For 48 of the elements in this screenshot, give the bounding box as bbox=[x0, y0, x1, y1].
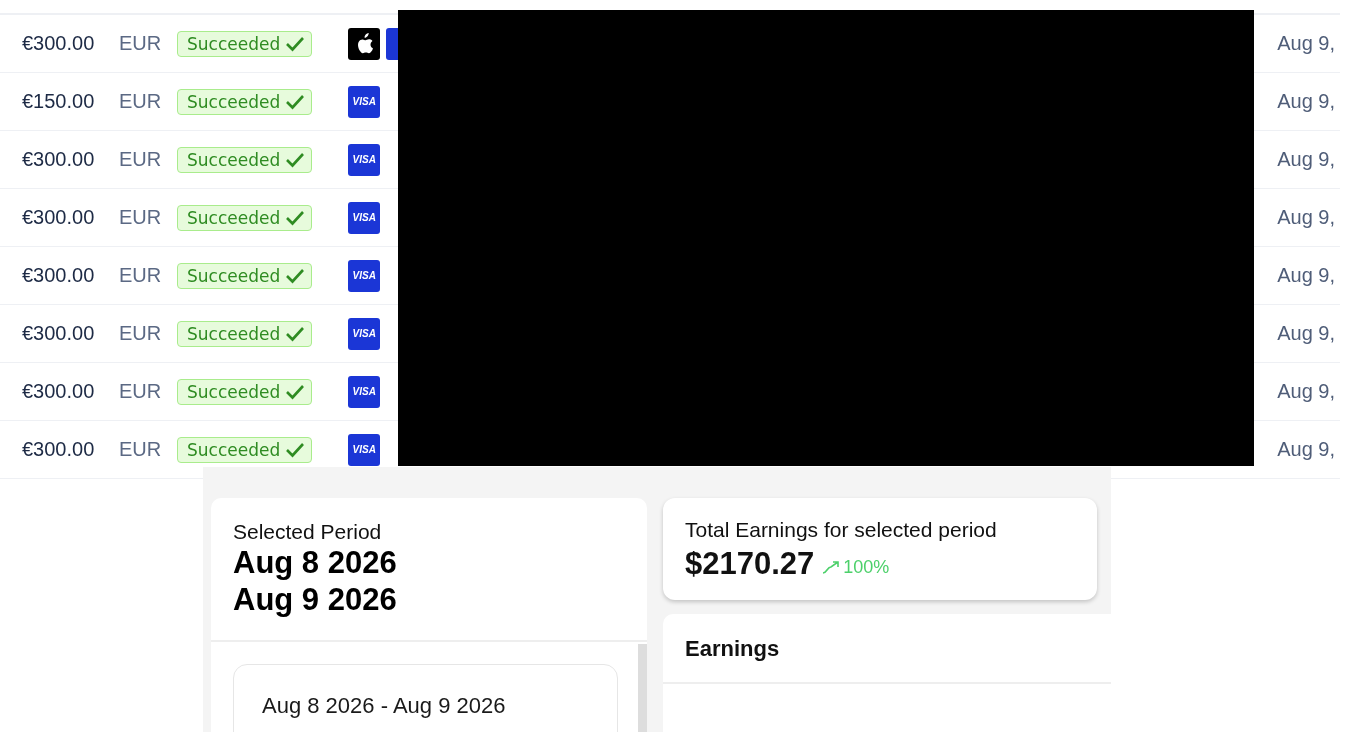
status-badge: Succeeded bbox=[177, 30, 313, 57]
change-indicator: 100% bbox=[822, 556, 890, 578]
date-cell: Aug 9, bbox=[1277, 32, 1335, 55]
visa-card-icon: VISA bbox=[348, 317, 381, 350]
earnings-title: Earnings bbox=[663, 614, 1111, 684]
period-end-date: Aug 9 2026 bbox=[233, 581, 398, 618]
amount-cell-text: €300.00 bbox=[22, 206, 96, 229]
date-cell: Aug 9, bbox=[1277, 206, 1335, 229]
amount-cell-text: €300.00 bbox=[22, 264, 96, 287]
visa-card-icon: VISA bbox=[348, 375, 381, 408]
status-badge: Succeeded bbox=[177, 378, 313, 405]
date-cell: Aug 9, bbox=[1277, 148, 1335, 171]
currency-cell-text: EUR bbox=[119, 380, 163, 403]
currency-cell-text: EUR bbox=[119, 264, 163, 287]
period-title: Selected Period bbox=[233, 520, 383, 544]
date-cell: Aug 9, bbox=[1277, 380, 1335, 403]
visa-card-icon: VISA bbox=[348, 201, 381, 234]
status-badge: Succeeded bbox=[177, 204, 313, 231]
currency-cell-text: EUR bbox=[119, 206, 163, 229]
currency-cell-text: EUR bbox=[119, 90, 163, 113]
status-badge: Succeeded bbox=[177, 436, 313, 463]
date-cell: Aug 9, bbox=[1277, 90, 1335, 113]
total-earnings-value: $2170.27 bbox=[685, 546, 815, 582]
period-start-date: Aug 8 2026 bbox=[233, 544, 398, 581]
visa-card-icon: VISA bbox=[348, 433, 381, 466]
date-range-item[interactable]: Aug 8 2026 - Aug 9 2026 bbox=[233, 664, 618, 732]
status-badge: Succeeded bbox=[177, 320, 313, 347]
apple-pay-icon bbox=[348, 27, 381, 60]
amount-cell-text: €300.00 bbox=[22, 438, 96, 461]
currency-cell-text: EUR bbox=[119, 438, 163, 461]
currency-cell-text: EUR bbox=[119, 148, 163, 171]
currency-cell-text: EUR bbox=[119, 322, 163, 345]
amount-cell-text: €300.00 bbox=[22, 322, 96, 345]
status-badge: Succeeded bbox=[177, 262, 313, 289]
date-cell: Aug 9, bbox=[1277, 322, 1335, 345]
status-badge: Succeeded bbox=[177, 88, 313, 115]
status-badge: Succeeded bbox=[177, 146, 313, 173]
amount-cell-text: €300.00 bbox=[22, 380, 96, 403]
date-cell: Aug 9, bbox=[1277, 438, 1335, 461]
amount-cell-text: €300.00 bbox=[22, 148, 96, 171]
amount-cell-text: €150.00 bbox=[22, 90, 96, 113]
currency-cell-text: EUR bbox=[119, 32, 163, 55]
amount-cell-text: €300.00 bbox=[22, 32, 96, 55]
visa-card-icon: VISA bbox=[348, 85, 381, 118]
visa-card-icon: VISA bbox=[348, 259, 381, 292]
visa-card-icon: VISA bbox=[348, 143, 381, 176]
total-earnings-label: Total Earnings for selected period bbox=[685, 518, 998, 542]
date-cell: Aug 9, bbox=[1277, 264, 1335, 287]
